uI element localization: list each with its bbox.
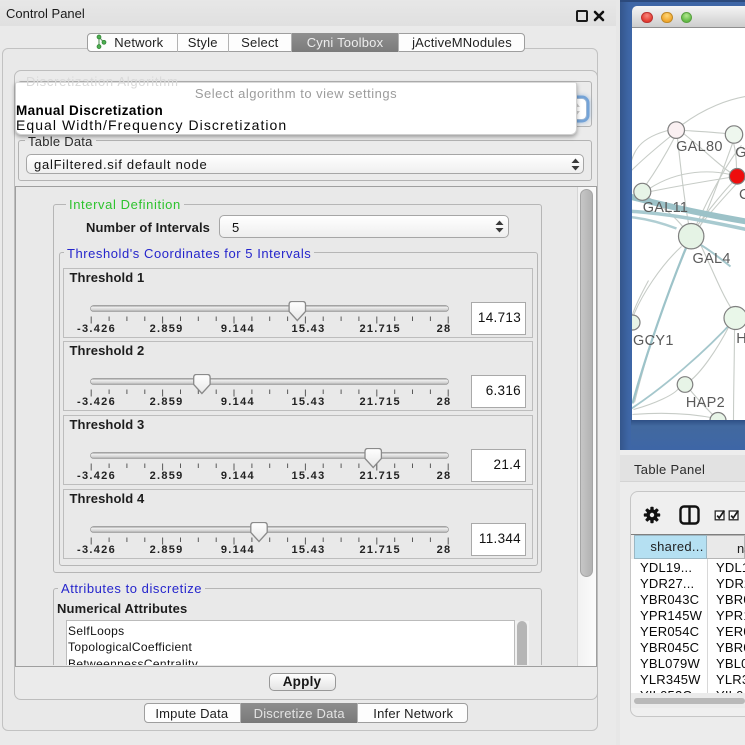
svg-text:HAP2: HAP2 — [685, 395, 724, 411]
svg-text:HI: HI — [736, 331, 745, 347]
svg-text:GAL4: GAL4 — [692, 251, 730, 267]
svg-text:GAL11: GAL11 — [642, 200, 688, 216]
svg-text:CY: CY — [739, 187, 745, 203]
svg-text:GAL1: GAL1 — [735, 145, 745, 161]
svg-text:GCY1: GCY1 — [633, 333, 674, 349]
svg-text:GAL80: GAL80 — [676, 139, 723, 155]
